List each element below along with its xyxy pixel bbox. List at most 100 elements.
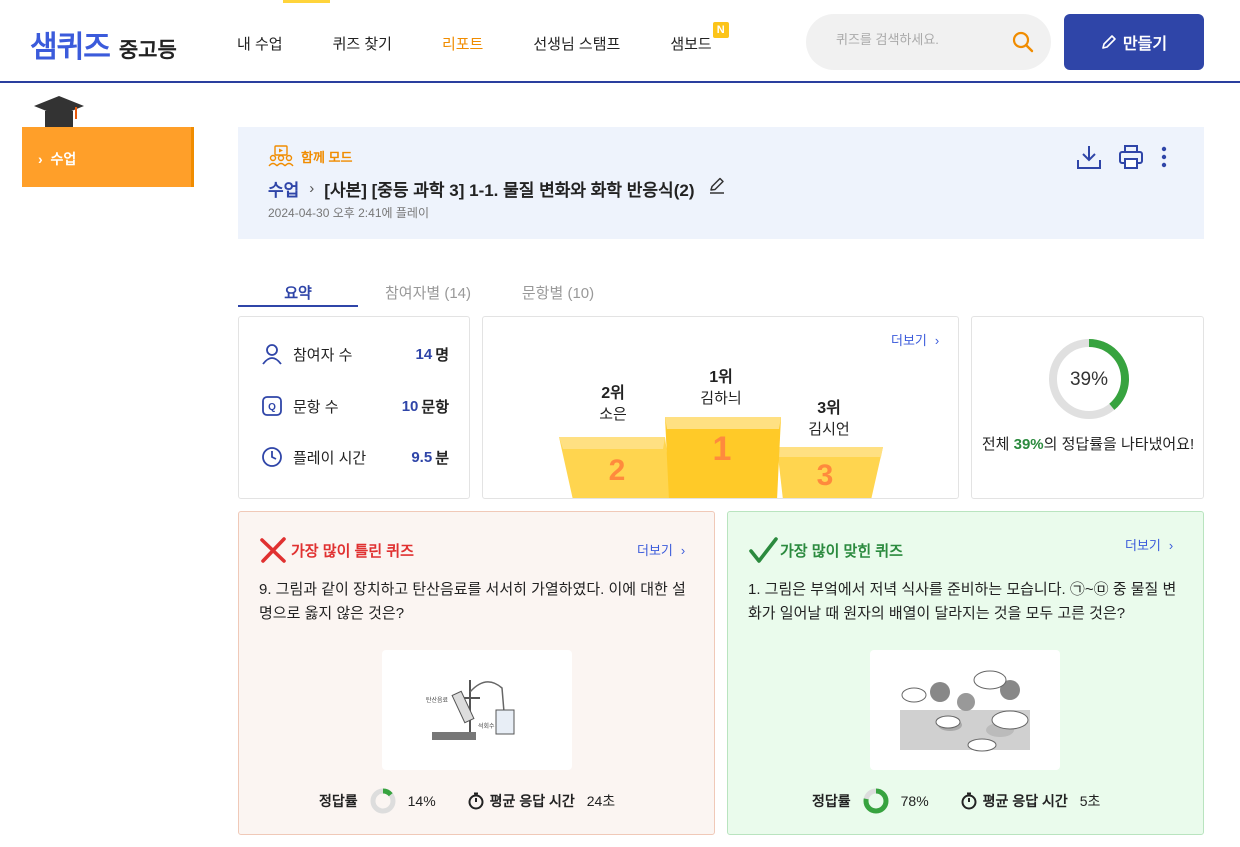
print-icon[interactable] — [1118, 144, 1144, 175]
apparatus-illustration: 탄산음료 석회수 — [426, 680, 515, 740]
participants-unit: 명 — [435, 346, 449, 364]
nav-my-class[interactable]: 내 수업 — [237, 33, 283, 54]
tab-questions[interactable]: 문항별 (10) — [498, 282, 618, 303]
make-button-label: 만들기 — [1122, 36, 1168, 53]
chevron-right-icon: › — [680, 543, 686, 558]
right-quiz-stats: 정답률 78% 평균 응답 시간 5초 — [812, 788, 1100, 814]
right-accuracy-value: 78% — [900, 793, 929, 809]
wrong-time-label: 평균 응답 시간 — [489, 793, 575, 809]
right-accuracy-donut — [863, 788, 889, 814]
report-tabs: 요약 참여자별 (14) 문항별 (10) — [238, 278, 1204, 308]
nav-samboard[interactable]: 샘보드 N — [670, 22, 729, 54]
image-label-soda: 탄산음료 — [426, 696, 449, 704]
svg-text:Q: Q — [268, 402, 276, 413]
question-count-icon: Q — [262, 396, 282, 416]
accuracy-percent: 39% — [1070, 369, 1108, 390]
nav-teacher-stamp[interactable]: 선생님 스탬프 — [533, 33, 620, 54]
main-nav: 내 수업 퀴즈 찾기 리포트 선생님 스탬프 샘보드 N — [237, 22, 762, 54]
wrong-quiz-image[interactable]: 탄산음료 석회수 — [382, 650, 572, 770]
nav-active-indicator — [283, 0, 330, 3]
most-correct-title-label: 가장 많이 맞힌 퀴즈 — [780, 542, 903, 560]
right-quiz-more-link[interactable]: 더보기 › — [1125, 535, 1173, 554]
accuracy-text-after: 의 정답률을 나타냈어요! — [1043, 436, 1195, 453]
played-timestamp: 2024-04-30 오후 2:41에 플레이 — [268, 206, 429, 220]
wrong-accuracy-donut — [370, 788, 396, 814]
right-more-label: 더보기 — [1125, 538, 1161, 553]
most-wrong-question: 9. 그림과 같이 장치하고 탄산음료를 서서히 가열하였다. 이에 대한 설명… — [259, 581, 686, 622]
image-label-limewater: 석회수 — [478, 722, 495, 730]
make-button[interactable]: 만들기 — [1064, 14, 1204, 70]
tab-summary[interactable]: 요약 — [238, 282, 358, 303]
wrong-quiz-more-link[interactable]: 더보기 › — [637, 540, 685, 559]
most-correct-question: 1. 그림은 부엌에서 저녁 식사를 준비하는 모습니다. ㉠~㉤ 중 물질 변… — [748, 581, 1177, 622]
download-icon[interactable] — [1076, 144, 1102, 175]
podium-graphic: 1 2 3 — [559, 417, 883, 498]
wrong-more-label: 더보기 — [637, 543, 673, 558]
breadcrumb: 수업 › [사본] [중등 과학 3] 1-1. 물질 변화와 화학 반응식(2… — [268, 176, 726, 201]
breadcrumb-root[interactable]: 수업 — [268, 176, 299, 201]
podium-number-3: 3 — [817, 459, 834, 492]
accuracy-text-before: 전체 — [981, 436, 1014, 453]
kitchen-illustration — [900, 670, 1030, 752]
person-icon — [262, 344, 282, 365]
participants-value: 14 — [415, 345, 433, 363]
wrong-accuracy-label: 정답률 — [319, 793, 358, 809]
mode-label: 함께 모드 — [301, 149, 353, 165]
edit-title-icon[interactable] — [708, 177, 726, 200]
chevron-right-icon: › — [1168, 538, 1174, 553]
tab-underline — [238, 305, 358, 307]
search-icon[interactable] — [1012, 31, 1034, 58]
most-correct-title: 가장 많이 맞힌 퀴즈 — [748, 536, 903, 564]
report-banner: 함께 모드 수업 › [사본] [중등 과학 3] 1-1. 물질 변화와 화학… — [238, 127, 1204, 239]
right-time-label: 평균 응답 시간 — [982, 793, 1068, 809]
ranking-card: 더보기 › 1위 김하늬 2위 소은 3위 김시언 1 2 3 — [482, 316, 959, 499]
stats-card: 참여자 수 14 명 Q 문항 수 10 문항 플레이 시간 9.5 분 — [238, 316, 470, 499]
stopwatch-icon — [961, 792, 977, 810]
right-quiz-image[interactable] — [870, 650, 1060, 770]
most-wrong-title: 가장 많이 틀린 퀴즈 — [259, 536, 414, 564]
stat-participants: 참여자 수 14 명 — [261, 343, 449, 365]
playtime-label: 플레이 시간 — [293, 449, 367, 467]
accuracy-donut: 39% — [1049, 339, 1129, 419]
sidebar-item-label: 수업 — [50, 151, 77, 167]
stat-playtime: 플레이 시간 9.5 분 — [261, 446, 449, 468]
podium-number-1: 1 — [713, 430, 732, 468]
participants-label: 참여자 수 — [293, 346, 353, 364]
search-input[interactable] — [836, 32, 1006, 47]
banner-actions — [1076, 144, 1184, 175]
stopwatch-icon — [468, 792, 484, 810]
nav-find-quiz[interactable]: 퀴즈 찾기 — [333, 33, 392, 54]
tab-participants[interactable]: 참여자별 (14) — [368, 282, 488, 303]
questions-unit: 문항 — [421, 398, 449, 416]
stat-questions: Q 문항 수 10 문항 — [261, 395, 449, 417]
questions-value: 10 — [401, 397, 419, 415]
logo[interactable]: 샘퀴즈 중고등 — [30, 22, 177, 66]
mode-indicator: 함께 모드 — [268, 145, 352, 167]
most-correct-quiz-card: 가장 많이 맞힌 퀴즈 더보기 › 1. 그림은 부엌에서 저녁 식사를 준비하는… — [727, 511, 1204, 835]
playtime-value: 9.5 — [411, 448, 433, 466]
playtime-unit: 분 — [435, 449, 449, 467]
most-wrong-title-label: 가장 많이 틀린 퀴즈 — [291, 542, 414, 560]
group-mode-icon — [268, 145, 294, 167]
new-badge: N — [712, 22, 729, 38]
x-mark-icon — [260, 537, 286, 563]
top-header: 샘퀴즈 중고등 내 수업 퀴즈 찾기 리포트 선생님 스탬프 샘보드N 만들기 — [0, 0, 1240, 83]
sidebar-item-class[interactable]: › 수업 — [22, 127, 194, 187]
right-time-value: 5초 — [1079, 793, 1101, 809]
breadcrumb-separator: › — [309, 180, 315, 197]
check-mark-icon — [749, 537, 778, 563]
chevron-right-icon: › — [38, 151, 51, 167]
nav-report[interactable]: 리포트 — [442, 33, 483, 54]
logo-main: 샘퀴즈 — [30, 31, 111, 64]
more-options-icon[interactable] — [1160, 144, 1168, 175]
podium-number-2: 2 — [609, 454, 626, 487]
accuracy-card: 39% 전체 39%의 정답률을 나타냈어요! — [971, 316, 1204, 499]
logo-sub: 중고등 — [118, 39, 177, 62]
accuracy-text-pct: 39% — [1013, 436, 1044, 453]
search-box — [806, 14, 1051, 70]
wrong-time-value: 24초 — [586, 793, 616, 809]
questions-label: 문항 수 — [293, 398, 339, 416]
nav-samboard-label: 샘보드 — [670, 36, 712, 53]
most-wrong-quiz-card: 가장 많이 틀린 퀴즈 더보기 › 9. 그림과 같이 장치하고 탄산음료를 서서… — [238, 511, 715, 835]
wrong-quiz-stats: 정답률 14% 평균 응답 시간 24초 — [319, 788, 615, 814]
